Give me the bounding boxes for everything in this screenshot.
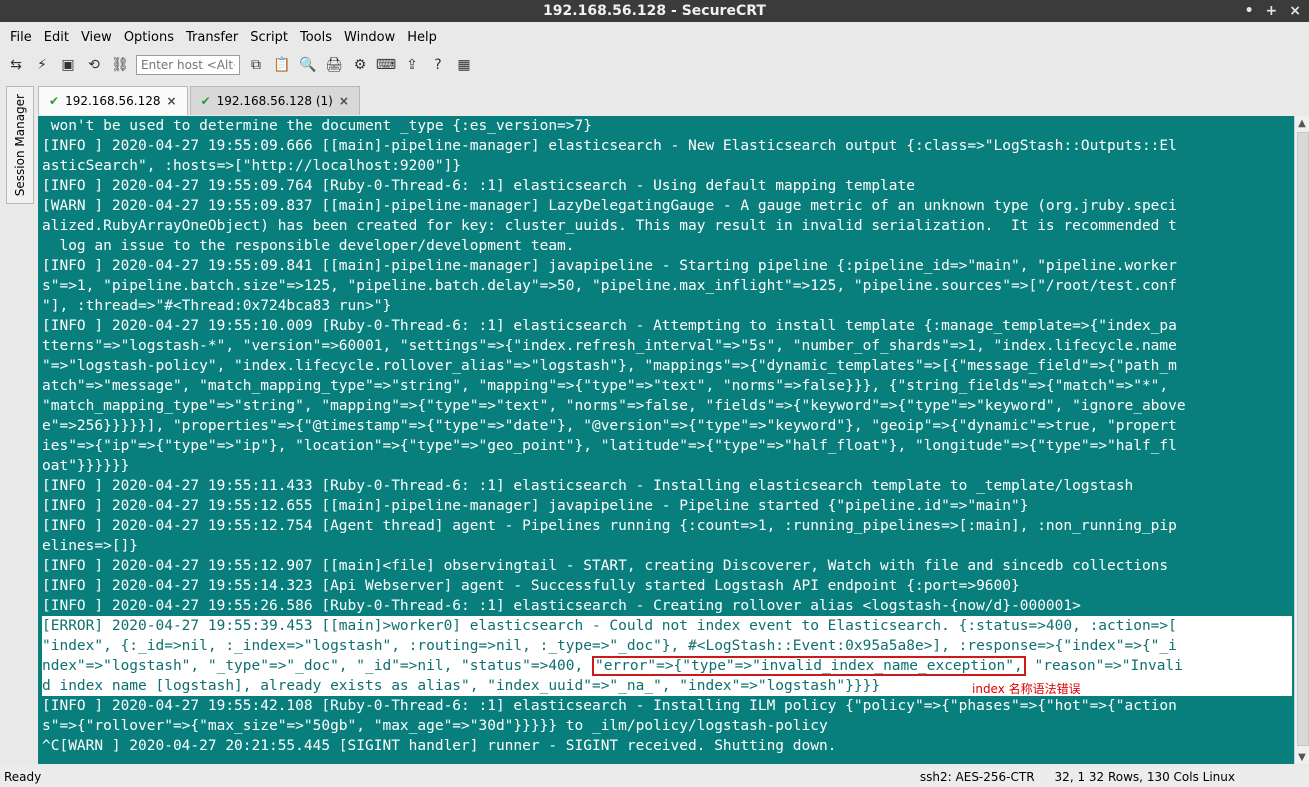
terminal-line: s"=>1, "pipeline.batch.size"=>125, "pipe… bbox=[42, 278, 1177, 294]
terminal-line: [INFO ] 2020-04-27 19:55:12.907 [[main]<… bbox=[42, 558, 1169, 574]
terminal-line: [INFO ] 2020-04-27 19:55:09.764 [Ruby-0-… bbox=[42, 178, 915, 194]
terminal-error-line: d index name [logstash], already exists … bbox=[42, 676, 1292, 696]
terminal-error-line: ndex"=>"logstash", "_type"=>"_doc", "_id… bbox=[42, 656, 1292, 676]
terminal-line: won't be used to determine the document … bbox=[42, 118, 592, 134]
link-icon[interactable]: ⛓ bbox=[110, 55, 130, 75]
terminal-line: "], :thread=>"#<Thread:0x724bca83 run>"} bbox=[42, 298, 392, 314]
paste-icon[interactable]: 📋 bbox=[272, 55, 292, 75]
terminal-line: [WARN ] 2020-04-27 19:55:09.837 [[main]-… bbox=[42, 198, 1177, 214]
copy-icon[interactable]: ⧉ bbox=[246, 55, 266, 75]
close-tab-icon[interactable]: × bbox=[167, 94, 177, 108]
connected-check-icon: ✔ bbox=[49, 94, 60, 108]
statusbar: Ready ssh2: AES-256-CTR 32, 1 32 Rows, 1… bbox=[0, 766, 1309, 787]
tab-strip: ✔ 192.168.56.128 × ✔ 192.168.56.128 (1) … bbox=[38, 86, 360, 115]
keymap-icon[interactable]: ⌨ bbox=[376, 55, 396, 75]
window-title: 192.168.56.128 - SecureCRT bbox=[543, 3, 766, 19]
reconnect-icon[interactable]: ⟲ bbox=[84, 55, 104, 75]
tab-label: 192.168.56.128 bbox=[65, 94, 161, 108]
terminal-line: "=>"logstash-policy", "index.lifecycle.r… bbox=[42, 358, 1177, 374]
session-manager-label: Session Manager bbox=[13, 93, 27, 197]
terminal-line: [INFO ] 2020-04-27 19:55:26.586 [Ruby-0-… bbox=[42, 598, 1081, 614]
menu-script[interactable]: Script bbox=[244, 30, 294, 45]
close-tab-icon[interactable]: × bbox=[339, 94, 349, 108]
status-encryption: ssh2: AES-256-CTR bbox=[919, 769, 1035, 784]
sftp-icon[interactable]: ⇪ bbox=[402, 55, 422, 75]
terminal-line: oat"}}}}}} bbox=[42, 458, 130, 474]
terminal-line: [INFO ] 2020-04-27 19:55:11.433 [Ruby-0-… bbox=[42, 478, 1134, 494]
tab-192-168-56-128-1[interactable]: ✔ 192.168.56.128 (1) × bbox=[189, 86, 360, 115]
terminal-line: [INFO ] 2020-04-27 19:55:12.655 [[main]-… bbox=[42, 498, 1029, 514]
error-annotation: index 名称语法错误 bbox=[972, 682, 1081, 696]
error-reason: "reason"=>"Invali bbox=[1025, 658, 1183, 674]
tab-icon[interactable]: ▣ bbox=[58, 55, 78, 75]
window-controls: • + × bbox=[1245, 0, 1301, 22]
error-line-prefix: ndex"=>"logstash", "_type"=>"_doc", "_id… bbox=[42, 658, 592, 674]
scroll-up-icon[interactable]: ▲ bbox=[1295, 116, 1309, 130]
status-position: 32, 1 32 Rows, 130 Cols Linux bbox=[1054, 769, 1235, 784]
terminal-line: s"=>{"rollover"=>{"max_size"=>"50gb", "m… bbox=[42, 718, 828, 734]
connected-check-icon: ✔ bbox=[200, 94, 211, 108]
terminal-line: alized.RubyArrayOneObject) has been crea… bbox=[42, 218, 1177, 234]
terminal-line: log an issue to the responsible develope… bbox=[42, 238, 575, 254]
minimize-button[interactable]: • bbox=[1245, 3, 1254, 19]
scroll-down-icon[interactable]: ▼ bbox=[1295, 750, 1309, 764]
options-icon[interactable]: ⚙ bbox=[350, 55, 370, 75]
quick-connect-icon[interactable]: ⚡ bbox=[32, 55, 52, 75]
close-button[interactable]: × bbox=[1289, 3, 1301, 19]
tab-label: 192.168.56.128 (1) bbox=[216, 94, 333, 108]
terminal-line: ies"=>{"ip"=>{"type"=>"ip"}, "location"=… bbox=[42, 438, 1177, 454]
menubar: File Edit View Options Transfer Script T… bbox=[0, 24, 443, 50]
terminal-error-line: [ERROR] 2020-04-27 19:55:39.453 [[main]>… bbox=[42, 616, 1292, 636]
connect-icon[interactable]: ⇆ bbox=[6, 55, 26, 75]
window-titlebar: 192.168.56.128 - SecureCRT • + × bbox=[0, 0, 1309, 22]
session-manager-panel[interactable]: Session Manager bbox=[6, 86, 34, 204]
terminal-scrollbar[interactable]: ▲ ▼ bbox=[1294, 116, 1309, 764]
help-icon[interactable]: ? bbox=[428, 55, 448, 75]
terminal-line: ^C[WARN ] 2020-04-27 20:21:55.445 [SIGIN… bbox=[42, 738, 837, 754]
menu-view[interactable]: View bbox=[75, 30, 118, 45]
menu-options[interactable]: Options bbox=[118, 30, 180, 45]
app-icon[interactable]: ▦ bbox=[454, 55, 474, 75]
terminal-line: [INFO ] 2020-04-27 19:55:10.009 [Ruby-0-… bbox=[42, 318, 1177, 334]
terminal-line: [INFO ] 2020-04-27 19:55:09.841 [[main]-… bbox=[42, 258, 1177, 274]
error-type-highlight: "error"=>{"type"=>"invalid_index_name_ex… bbox=[591, 656, 1026, 676]
toolbar: ⇆ ⚡ ▣ ⟲ ⛓ ⧉ 📋 🔍 🖨 ⚙ ⌨ ⇪ ? ▦ bbox=[0, 52, 1309, 78]
host-input[interactable] bbox=[136, 55, 240, 75]
print-icon[interactable]: 🖨 bbox=[324, 55, 344, 75]
scroll-thumb[interactable] bbox=[1297, 132, 1309, 746]
menu-file[interactable]: File bbox=[4, 30, 38, 45]
terminal-line: elines=>[]} bbox=[42, 538, 139, 554]
terminal-line: tterns"=>"logstash-*", "version"=>60001,… bbox=[42, 338, 1177, 354]
menu-tools[interactable]: Tools bbox=[294, 30, 338, 45]
terminal-line: "match_mapping_type"=>"string", "mapping… bbox=[42, 398, 1186, 414]
status-text: Ready bbox=[4, 769, 42, 784]
status-right: ssh2: AES-256-CTR 32, 1 32 Rows, 130 Col… bbox=[920, 770, 1309, 784]
terminal-line: e"=>256}}}}}], "properties"=>{"@timestam… bbox=[42, 418, 1177, 434]
menu-help[interactable]: Help bbox=[401, 30, 443, 45]
menu-edit[interactable]: Edit bbox=[38, 30, 75, 45]
find-icon[interactable]: 🔍 bbox=[298, 55, 318, 75]
terminal-line: [INFO ] 2020-04-27 19:55:42.108 [Ruby-0-… bbox=[42, 698, 1177, 714]
menu-transfer[interactable]: Transfer bbox=[180, 30, 244, 45]
tab-192-168-56-128[interactable]: ✔ 192.168.56.128 × bbox=[38, 86, 188, 115]
terminal-line: [INFO ] 2020-04-27 19:55:09.666 [[main]-… bbox=[42, 138, 1177, 154]
terminal-line: atch"=>"message", "match_mapping_type"=>… bbox=[42, 378, 1169, 394]
terminal-output[interactable]: won't be used to determine the document … bbox=[38, 116, 1294, 764]
menu-window[interactable]: Window bbox=[338, 30, 401, 45]
terminal-line: asticSearch", :hosts=>["http://localhost… bbox=[42, 158, 462, 174]
terminal-line: [INFO ] 2020-04-27 19:55:14.323 [Api Web… bbox=[42, 578, 1020, 594]
terminal-error-line: "index", {:_id=>nil, :_index=>"logstash"… bbox=[42, 636, 1292, 656]
terminal-line: [INFO ] 2020-04-27 19:55:12.754 [Agent t… bbox=[42, 518, 1177, 534]
maximize-button[interactable]: + bbox=[1266, 3, 1278, 19]
